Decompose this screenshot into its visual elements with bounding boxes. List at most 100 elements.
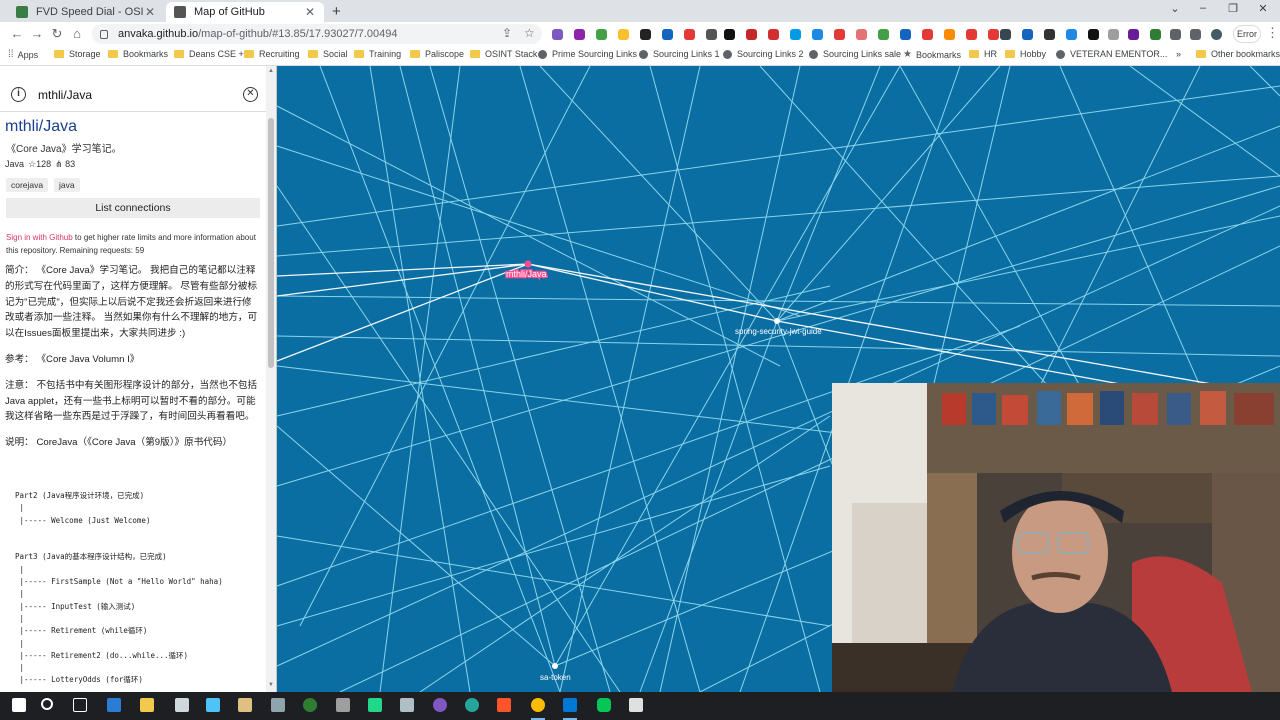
bookmark-sourcing-2[interactable]: Sourcing Links 2 — [723, 49, 804, 59]
extension-icon[interactable] — [662, 29, 673, 40]
bookmark-star-icon[interactable]: ☆ — [524, 26, 535, 40]
new-tab-button[interactable]: + — [332, 3, 341, 20]
close-icon[interactable]: ✕ — [243, 87, 258, 102]
extension-icon[interactable] — [1108, 29, 1119, 40]
close-tab-icon[interactable]: ✕ — [304, 5, 316, 19]
home-icon[interactable]: ⌂ — [68, 25, 86, 43]
bookmark-bookmarks[interactable]: Bookmarks — [108, 49, 168, 59]
extension-icon[interactable] — [900, 29, 911, 40]
bookmark-social[interactable]: Social — [308, 49, 348, 59]
extension-icon[interactable] — [834, 29, 845, 40]
extension-icon[interactable] — [856, 29, 867, 40]
files-icon[interactable] — [206, 698, 220, 712]
extension-icon[interactable] — [706, 29, 717, 40]
calculator-icon[interactable] — [400, 698, 414, 712]
map-node[interactable] — [552, 663, 558, 669]
extension-icon[interactable] — [812, 29, 823, 40]
tab-map-of-github[interactable]: Map of GitHub ✕ — [166, 2, 324, 22]
extension-icon[interactable] — [922, 29, 933, 40]
extension-icon[interactable] — [1128, 29, 1139, 40]
topic-tag[interactable]: corejava — [6, 178, 49, 192]
bookmark-veteran-ementor[interactable]: VETERAN EMENTOR... — [1056, 49, 1167, 59]
tab-fvd-speed-dial[interactable]: FVD Speed Dial - OSINT ✕ — [8, 2, 164, 22]
pycharm-icon[interactable] — [368, 698, 382, 712]
menu-icon[interactable]: ⋮ — [1266, 25, 1279, 41]
error-button[interactable]: Error — [1233, 25, 1261, 43]
extension-icon[interactable] — [1088, 29, 1099, 40]
share-icon[interactable]: ⇪ — [502, 26, 512, 40]
extension-icon[interactable] — [1022, 29, 1033, 40]
map-label-sa-token[interactable]: sa-token — [540, 673, 571, 682]
info-icon[interactable]: i — [11, 87, 26, 102]
media-player-icon[interactable] — [433, 698, 447, 712]
extension-icon[interactable] — [618, 29, 629, 40]
extension-icon[interactable] — [724, 29, 735, 40]
puzzle-icon[interactable] — [1170, 29, 1181, 40]
file-explorer-icon[interactable] — [140, 698, 154, 712]
mail-icon[interactable] — [175, 698, 189, 712]
extension-icon[interactable] — [944, 29, 955, 40]
side-panel-icon[interactable] — [1190, 29, 1201, 40]
chrome-icon[interactable] — [531, 698, 545, 712]
reload-button[interactable]: ↻ — [48, 25, 66, 43]
scrollbar-thumb[interactable] — [268, 118, 274, 368]
outlook-icon[interactable] — [563, 698, 577, 712]
bookmark-apps[interactable]: ⁞⁞ Apps — [8, 49, 38, 60]
bookmark-sourcing-sale[interactable]: Sourcing Links sale — [809, 49, 901, 59]
bookmark-other[interactable]: Other bookmarks — [1196, 49, 1280, 59]
map-label-mthli-java[interactable]: mthli/Java — [505, 268, 548, 281]
extension-icon[interactable] — [684, 29, 695, 40]
photos-icon[interactable] — [238, 698, 252, 712]
bookmarks-overflow[interactable]: » — [1176, 49, 1181, 59]
bookmark-hobby[interactable]: Hobby — [1005, 49, 1046, 59]
extension-icon[interactable] — [988, 29, 999, 40]
maps-icon[interactable] — [303, 698, 317, 712]
back-button[interactable]: ← — [8, 25, 26, 43]
bookmark-bookmarks-star[interactable]: ★ Bookmarks — [903, 49, 961, 60]
search-input[interactable]: mthli/Java — [38, 88, 92, 102]
media-icon[interactable] — [336, 698, 350, 712]
extension-icon[interactable] — [746, 29, 757, 40]
extension-icon[interactable] — [966, 29, 977, 40]
bookmark-paliscope[interactable]: Paliscope — [410, 49, 464, 59]
chevron-down-icon[interactable]: ⌄ — [1160, 2, 1190, 15]
store-icon[interactable] — [271, 698, 285, 712]
extension-icon[interactable] — [552, 29, 563, 40]
search-icon[interactable] — [41, 698, 53, 710]
task-view-icon[interactable] — [73, 698, 87, 712]
windows-start-icon[interactable] — [12, 698, 26, 712]
bookmark-storage[interactable]: Storage — [54, 49, 101, 59]
list-connections-button[interactable]: List connections — [6, 198, 260, 218]
extension-icon[interactable] — [1044, 29, 1055, 40]
map-node[interactable] — [774, 318, 780, 324]
extension-icon[interactable] — [574, 29, 585, 40]
extension-icon[interactable] — [790, 29, 801, 40]
app-icon[interactable] — [629, 698, 643, 712]
close-tab-icon[interactable]: ✕ — [144, 5, 156, 19]
avatar[interactable] — [1211, 29, 1222, 40]
restore-button[interactable]: ❐ — [1218, 2, 1248, 15]
extension-icon[interactable] — [768, 29, 779, 40]
scroll-up-icon[interactable]: ▲ — [268, 68, 274, 74]
bookmark-deans-cse[interactable]: Deans CSE + — [174, 49, 244, 59]
minimize-button[interactable]: – — [1188, 2, 1218, 14]
extension-icon[interactable] — [640, 29, 651, 40]
line-icon[interactable] — [597, 698, 611, 712]
extension-icon[interactable] — [1000, 29, 1011, 40]
bookmark-recruiting[interactable]: Recruiting — [244, 49, 300, 59]
signin-link[interactable]: Sign in with Github — [6, 233, 73, 242]
repo-title[interactable]: mthli/Java — [5, 118, 77, 136]
bookmark-training[interactable]: Training — [354, 49, 401, 59]
forward-button[interactable]: → — [28, 25, 46, 43]
topic-tag[interactable]: java — [54, 178, 80, 192]
bookmark-sourcing-1[interactable]: Sourcing Links 1 — [639, 49, 720, 59]
extension-icon[interactable] — [878, 29, 889, 40]
scroll-down-icon[interactable]: ▼ — [268, 682, 274, 688]
close-window-button[interactable]: ✕ — [1248, 2, 1278, 15]
bookmark-hr[interactable]: HR — [969, 49, 997, 59]
bookmark-prime-sourcing[interactable]: Prime Sourcing Links — [538, 49, 637, 59]
address-bar[interactable]: anvaka.github.io/map-of-github/#13.85/17… — [92, 24, 542, 44]
highlighted-node[interactable] — [524, 260, 532, 268]
extension-icon[interactable] — [596, 29, 607, 40]
extension-icon[interactable] — [1066, 29, 1077, 40]
